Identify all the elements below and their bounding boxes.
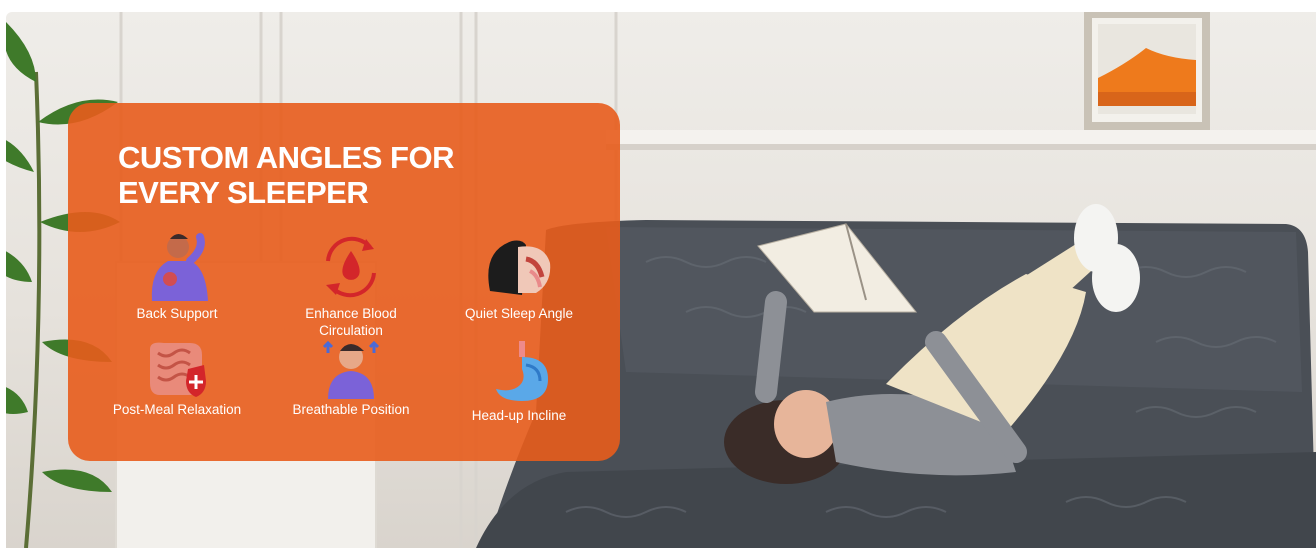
feature-blood-circulation: Enhance Blood Circulation [266, 231, 436, 339]
feature-label: Post-Meal Relaxation [112, 402, 242, 417]
digestion-icon [150, 342, 206, 397]
feature-head-up: Head-up Incline [434, 339, 604, 424]
back-support-icon [151, 233, 208, 301]
features-panel: CUSTOM ANGLES FOR EVERY SLEEPER Back Sup… [68, 103, 620, 461]
feature-post-meal: Post-Meal Relaxation [92, 339, 262, 418]
headline: CUSTOM ANGLES FOR EVERY SLEEPER [118, 140, 454, 210]
feature-label: Quiet Sleep Angle [464, 306, 574, 321]
feature-label: Enhance Blood Circulation [305, 306, 397, 338]
stomach-icon [496, 341, 548, 401]
feature-label: Back Support [136, 306, 218, 321]
breathing-icon [322, 340, 380, 399]
feature-label: Head-up Incline [471, 408, 567, 423]
feature-quiet-sleep: Quiet Sleep Angle [434, 231, 604, 322]
wall-shelf [606, 130, 1316, 144]
framed-picture [1084, 12, 1210, 130]
feature-back-support: Back Support [92, 231, 262, 322]
feature-breathable: Breathable Position [266, 339, 436, 418]
promo-banner: CUSTOM ANGLES FOR EVERY SLEEPER Back Sup… [6, 12, 1316, 548]
quiet-sleep-icon [488, 240, 551, 295]
feature-label: Breathable Position [292, 402, 410, 417]
blood-circulation-icon [326, 236, 376, 298]
